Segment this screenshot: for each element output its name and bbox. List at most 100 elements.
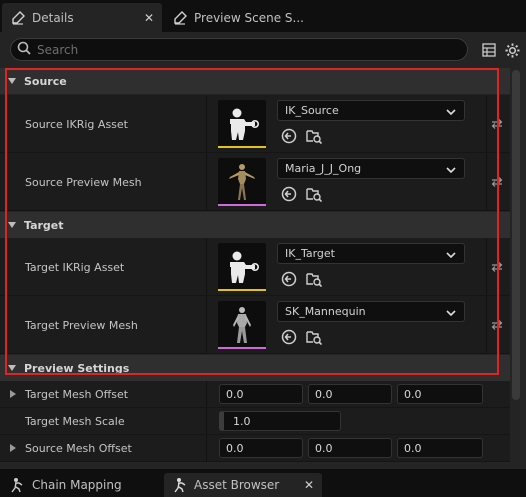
- row-label: Target Mesh Scale: [25, 415, 125, 428]
- source-mesh-combo[interactable]: Maria_J_J_Ong: [277, 158, 465, 179]
- row-source-mesh: Source Preview Mesh Maria_J_J_Ong: [0, 153, 510, 211]
- column-divider: [206, 296, 207, 353]
- expand-arrow-icon[interactable]: [10, 444, 16, 452]
- reset-to-default-icon[interactable]: [490, 175, 504, 189]
- tab-preview-scene[interactable]: Preview Scene S...: [164, 3, 314, 32]
- row-target-mesh-scale: Target Mesh Scale 1.0: [0, 408, 510, 435]
- source-ikrig-combo[interactable]: IK_Source: [277, 100, 465, 121]
- chevron-down-icon: [446, 106, 456, 119]
- browse-asset-icon[interactable]: [305, 328, 323, 346]
- browse-asset-icon[interactable]: [305, 270, 323, 288]
- combo-value: Maria_J_J_Ong: [285, 162, 362, 175]
- offset-x-field[interactable]: 0.0: [219, 384, 303, 404]
- mesh-thumbnail[interactable]: [218, 301, 266, 349]
- offset-z-field[interactable]: 0.0: [397, 384, 483, 404]
- collapse-arrow-icon: [8, 365, 16, 371]
- tab-details-label: Details: [32, 10, 74, 25]
- vertical-scrollbar[interactable]: [512, 70, 520, 400]
- search-icon: [17, 41, 31, 58]
- chevron-down-icon: [446, 307, 456, 320]
- offset-y-field[interactable]: 0.0: [308, 384, 392, 404]
- section-target-title: Target: [24, 218, 64, 232]
- tab-details[interactable]: Details ✕: [2, 3, 162, 32]
- reset-to-default-icon[interactable]: [490, 318, 504, 332]
- row-label: Source Preview Mesh: [25, 176, 142, 189]
- row-label: Target IKRig Asset: [25, 261, 125, 274]
- row-target-mesh: Target Preview Mesh SK_Mannequin: [0, 296, 510, 354]
- chain-mapping-icon: [10, 477, 26, 493]
- top-tab-bar: Details ✕ Preview Scene S...: [0, 0, 526, 34]
- target-mesh-combo[interactable]: SK_Mannequin: [277, 301, 465, 322]
- tab-chain-mapping[interactable]: Chain Mapping: [2, 473, 160, 497]
- row-label: Source IKRig Asset: [25, 118, 128, 131]
- section-source[interactable]: Source: [0, 68, 510, 94]
- section-source-title: Source: [24, 74, 67, 88]
- search-row: [0, 32, 526, 66]
- tab-asset-browser[interactable]: Asset Browser ✕: [164, 473, 322, 497]
- collapse-arrow-icon: [8, 78, 16, 84]
- offset-y-field[interactable]: 0.0: [308, 438, 392, 458]
- asset-type-bar: [218, 347, 266, 349]
- section-preview-settings[interactable]: Preview Settings: [0, 355, 510, 381]
- tab-asset-browser-label: Asset Browser: [194, 478, 280, 492]
- row-target-ikrig: Target IKRig Asset IK_Target: [0, 238, 510, 296]
- mannequin-mesh-icon: [233, 307, 251, 343]
- use-selected-icon[interactable]: [280, 270, 298, 288]
- gear-icon[interactable]: [503, 41, 521, 59]
- expand-arrow-icon[interactable]: [10, 390, 16, 398]
- ikrig-thumbnail[interactable]: [218, 100, 266, 148]
- ikrig-figure-icon: [230, 251, 259, 283]
- tab-chain-mapping-label: Chain Mapping: [32, 478, 122, 492]
- asset-browser-icon: [172, 477, 188, 493]
- edit-icon: [172, 10, 188, 26]
- table-view-icon[interactable]: [480, 41, 498, 59]
- row-source-ikrig: Source IKRig Asset IK_Source: [0, 95, 510, 153]
- column-divider: [206, 381, 207, 407]
- collapse-arrow-icon: [8, 222, 16, 228]
- row-label: Target Preview Mesh: [25, 319, 138, 332]
- reset-to-default-icon[interactable]: [490, 117, 504, 131]
- row-target-mesh-offset: Target Mesh Offset 0.0 0.0 0.0: [0, 381, 510, 408]
- target-ikrig-combo[interactable]: IK_Target: [277, 243, 465, 264]
- row-source-mesh-offset: Source Mesh Offset 0.0 0.0 0.0: [0, 435, 510, 462]
- close-icon[interactable]: ✕: [304, 478, 314, 492]
- section-preview-title: Preview Settings: [24, 361, 130, 375]
- search-box[interactable]: [10, 38, 468, 61]
- bottom-tab-bar: Chain Mapping Asset Browser ✕: [0, 469, 526, 497]
- column-divider: [206, 153, 207, 210]
- row-label: Target Mesh Offset: [25, 388, 129, 401]
- character-mesh-icon: [229, 164, 255, 200]
- browse-asset-icon[interactable]: [305, 185, 323, 203]
- row-label: Source Mesh Offset: [25, 442, 132, 455]
- use-selected-icon[interactable]: [280, 127, 298, 145]
- close-icon[interactable]: ✕: [144, 11, 154, 25]
- use-selected-icon[interactable]: [280, 328, 298, 346]
- details-icon: [10, 10, 26, 26]
- column-divider: [486, 238, 487, 295]
- mesh-thumbnail[interactable]: [218, 158, 266, 206]
- offset-z-field[interactable]: 0.0: [397, 438, 483, 458]
- search-input[interactable]: [37, 42, 437, 57]
- details-panel: Source Source IKRig Asset IK_Source Sour…: [0, 32, 526, 469]
- ikrig-thumbnail[interactable]: [218, 243, 266, 291]
- scale-field[interactable]: 1.0: [219, 411, 341, 431]
- column-divider: [206, 435, 207, 461]
- combo-value: SK_Mannequin: [285, 305, 366, 318]
- asset-type-bar: [218, 146, 266, 148]
- ikrig-figure-icon: [230, 108, 259, 140]
- column-divider: [486, 95, 487, 152]
- column-divider: [206, 408, 207, 434]
- offset-x-field[interactable]: 0.0: [219, 438, 303, 458]
- column-divider: [486, 296, 487, 353]
- section-target[interactable]: Target: [0, 212, 510, 238]
- chevron-down-icon: [446, 249, 456, 262]
- browse-asset-icon[interactable]: [305, 127, 323, 145]
- asset-type-bar: [218, 204, 266, 206]
- chevron-down-icon: [446, 164, 456, 177]
- column-divider: [206, 238, 207, 295]
- reset-to-default-icon[interactable]: [490, 260, 504, 274]
- asset-type-bar: [218, 289, 266, 291]
- column-divider: [206, 95, 207, 152]
- use-selected-icon[interactable]: [280, 185, 298, 203]
- tab-preview-scene-label: Preview Scene S...: [194, 10, 304, 25]
